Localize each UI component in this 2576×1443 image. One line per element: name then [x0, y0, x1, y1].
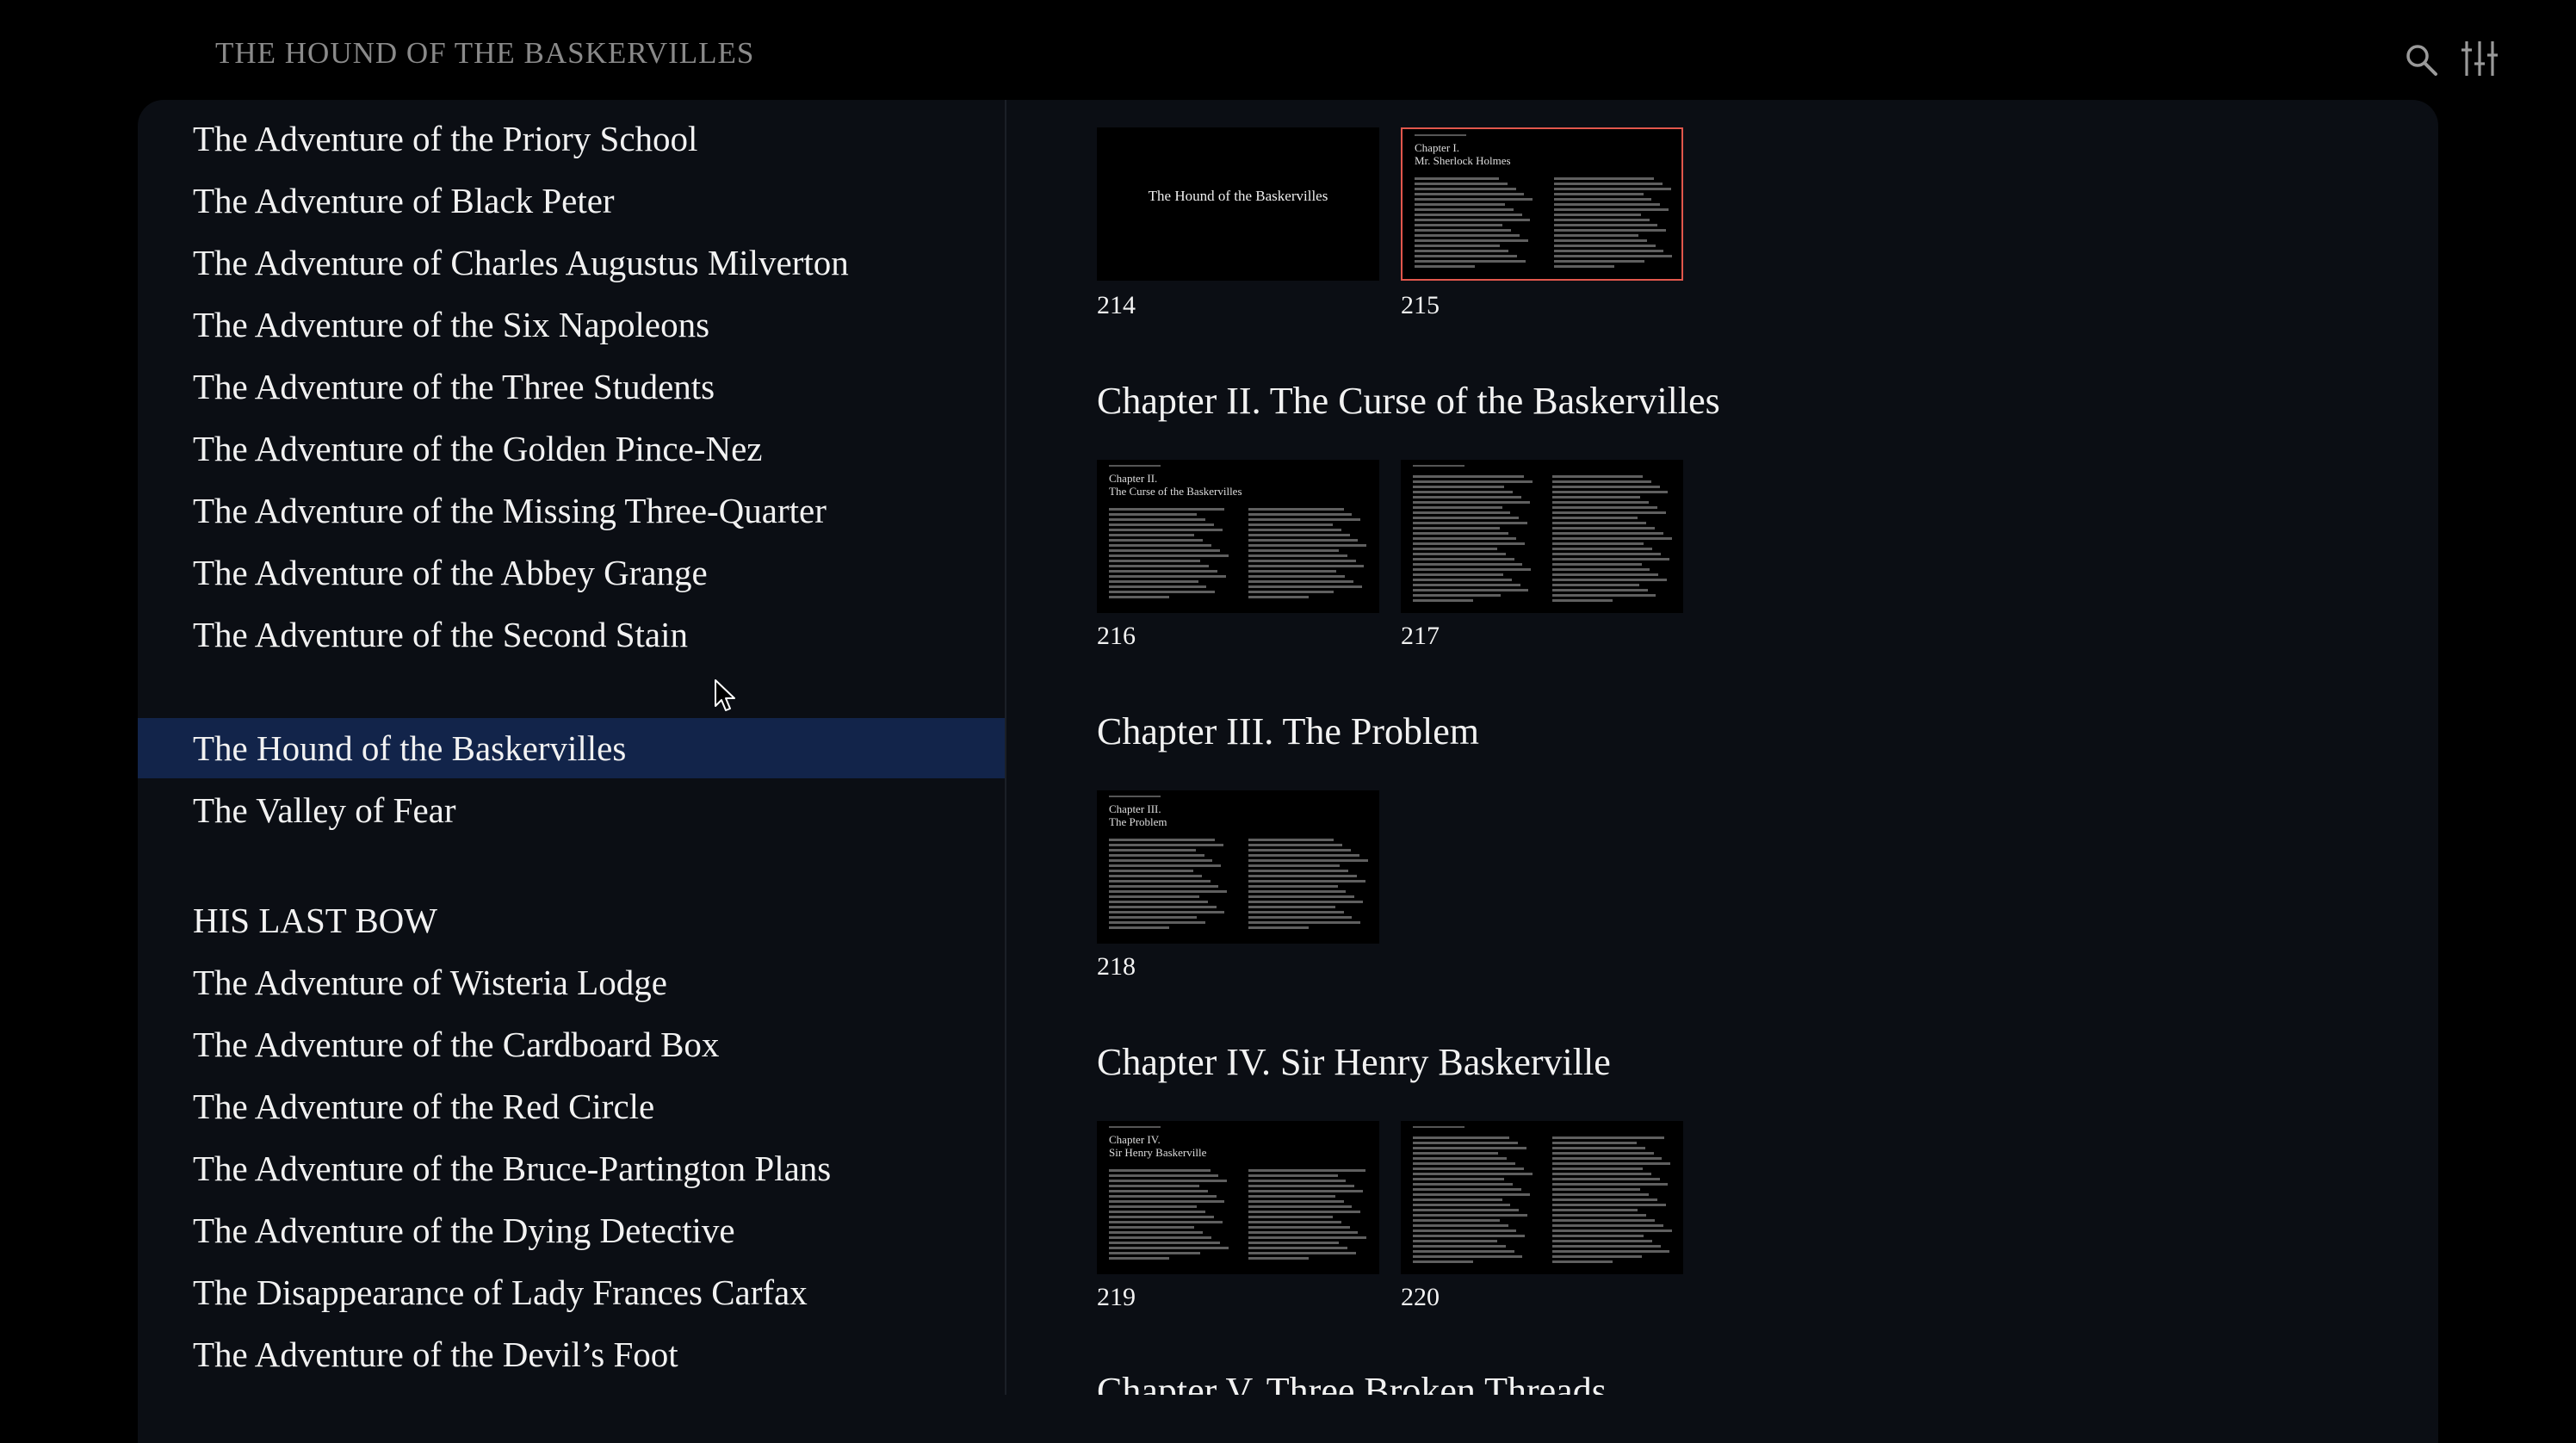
page-thumbnail[interactable]: Chapter IV. Sir Henry Baskerville: [1097, 1121, 1379, 1274]
page-thumbnail[interactable]: The Hound of the Baskervilles: [1097, 127, 1379, 281]
toc-item[interactable]: The Adventure of the Six Napoleons: [138, 294, 1005, 355]
toc-item[interactable]: The Adventure of the Second Stain: [138, 604, 1005, 665]
page-thumbnail[interactable]: [1401, 460, 1683, 613]
sliders-icon[interactable]: [2459, 38, 2500, 79]
page-thumbnail[interactable]: Chapter II. The Curse of the Baskerville…: [1097, 460, 1379, 613]
page-thumbnails[interactable]: The Hound of the Baskervilles 214 Chapte…: [1006, 100, 2438, 1395]
page-thumbnail[interactable]: Chapter III. The Problem: [1097, 790, 1379, 944]
chapter-heading: Chapter III. The Problem: [1097, 710, 1479, 752]
toc-item[interactable]: The Valley of Fear: [138, 780, 1005, 840]
toc-item[interactable]: The Adventure of the Dying Detective: [138, 1200, 1005, 1260]
thumbnail-title: Chapter IV. Sir Henry Baskerville: [1109, 1133, 1207, 1159]
thumbnail-title: The Hound of the Baskervilles: [1148, 188, 1328, 204]
page-number: 215: [1401, 291, 1440, 319]
page-number: 216: [1097, 622, 1136, 650]
toc-item[interactable]: The Adventure of Black Peter: [138, 170, 1005, 231]
toc-item[interactable]: The Adventure of the Bruce-Partington Pl…: [138, 1138, 1005, 1198]
book-title: THE HOUND OF THE BASKERVILLES: [215, 36, 755, 70]
toc-item[interactable]: The Adventure of the Abbey Grange: [138, 542, 1005, 603]
search-icon[interactable]: [2401, 40, 2443, 81]
toc-item[interactable]: The Adventure of the Golden Pince-Nez: [138, 418, 1005, 479]
toc-item-active[interactable]: The Hound of the Baskervilles: [138, 718, 1005, 778]
toc-item[interactable]: The Disappearance of Lady Frances Carfax: [138, 1262, 1005, 1322]
toc-section-heading: HIS LAST BOW: [193, 901, 437, 940]
thumbnail-title: Chapter III. The Problem: [1109, 802, 1167, 828]
toc-item[interactable]: The Adventure of the Devil’s Foot: [138, 1324, 1005, 1384]
navigation-panel: The Adventure of the Priory School The A…: [138, 100, 2438, 1443]
thumbnail-title: Chapter I. Mr. Sherlock Holmes: [1415, 141, 1511, 167]
mouse-cursor-icon: [715, 679, 735, 711]
thumbnail-title: Chapter II. The Curse of the Baskerville…: [1109, 472, 1242, 498]
table-of-contents[interactable]: The Adventure of the Priory School The A…: [138, 100, 1005, 1395]
toc-item[interactable]: The Adventure of the Red Circle: [138, 1076, 1005, 1136]
page-thumbnail-selected[interactable]: Chapter I. Mr. Sherlock Holmes: [1401, 127, 1683, 281]
top-bar: THE HOUND OF THE BASKERVILLES: [0, 0, 2576, 100]
page-number: 220: [1401, 1283, 1440, 1311]
toc-item[interactable]: The Adventure of the Cardboard Box: [138, 1014, 1005, 1075]
page-number: 219: [1097, 1283, 1136, 1311]
page-thumbnail[interactable]: [1401, 1121, 1683, 1274]
chapter-heading: Chapter IV. Sir Henry Baskerville: [1097, 1041, 1611, 1083]
chapter-heading: Chapter II. The Curse of the Baskerville…: [1097, 380, 1720, 422]
toc-item[interactable]: The Adventure of Charles Augustus Milver…: [138, 232, 1005, 293]
toc-item[interactable]: The Adventure of the Priory School: [138, 108, 1005, 169]
toc-item[interactable]: The Adventure of Wisteria Lodge: [138, 952, 1005, 1013]
toc-item[interactable]: The Adventure of the Three Students: [138, 356, 1005, 417]
page-number: 218: [1097, 952, 1136, 981]
toc-item[interactable]: The Adventure of the Missing Three-Quart…: [138, 480, 1005, 541]
page-number: 217: [1401, 622, 1440, 650]
chapter-heading: Chapter V. Three Broken Threads: [1097, 1370, 1607, 1395]
page-number: 214: [1097, 291, 1136, 319]
